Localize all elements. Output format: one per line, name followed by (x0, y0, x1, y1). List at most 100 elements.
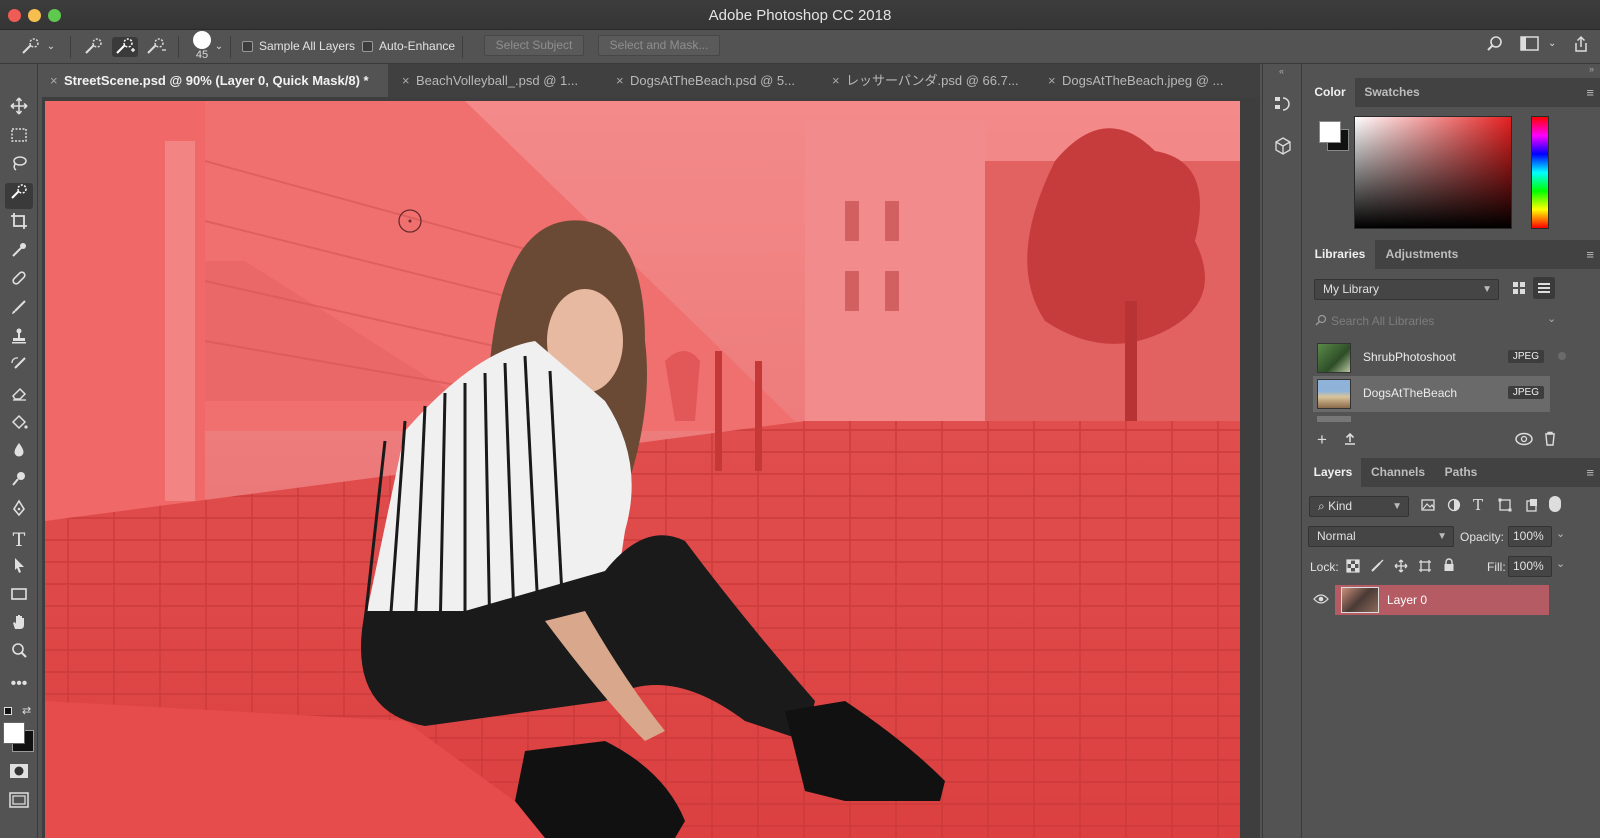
upload-icon[interactable] (1343, 432, 1357, 449)
tab-dogsatthebeach-jpeg[interactable]: × DogsAtTheBeach.jpeg @ ... (1040, 64, 1246, 97)
more-tools-icon[interactable]: ••• (5, 671, 33, 697)
lasso-tool-icon[interactable] (5, 155, 33, 181)
list-view-icon[interactable] (1533, 277, 1555, 299)
tab-paths[interactable]: Paths (1435, 458, 1487, 487)
foreground-color-swatch[interactable] (3, 722, 25, 744)
filter-pixel-icon[interactable] (1421, 498, 1435, 515)
fill-input[interactable]: 100% (1508, 556, 1552, 577)
chevron-down-icon[interactable]: ⌄ (46, 37, 56, 57)
swap-colors-icon[interactable]: ⇄ (22, 704, 31, 717)
lock-all-icon[interactable] (1443, 558, 1455, 575)
hue-slider[interactable] (1531, 116, 1549, 229)
chevron-down-icon[interactable]: ⌄ (1556, 557, 1565, 570)
pen-tool-icon[interactable] (5, 499, 33, 525)
tab-libraries[interactable]: Libraries (1305, 240, 1375, 269)
screen-mode-icon[interactable] (5, 791, 33, 817)
close-tab-icon[interactable]: × (1048, 64, 1056, 97)
rectangle-tool-icon[interactable] (5, 585, 33, 611)
search-icon[interactable] (1486, 35, 1504, 58)
lock-pixels-icon[interactable] (1370, 559, 1384, 576)
tab-streetscene[interactable]: × StreetScene.psd @ 90% (Layer 0, Quick … (42, 64, 388, 97)
workspace-chevron-icon[interactable]: ⌄ (1548, 38, 1556, 49)
filter-smart-object-icon[interactable] (1525, 498, 1539, 515)
filter-toggle-icon[interactable] (1549, 496, 1561, 512)
color-panel-foreground-swatch[interactable] (1319, 121, 1341, 143)
select-and-mask-button[interactable]: Select and Mask... (598, 35, 720, 56)
library-item[interactable]: ShrubPhotoshoot JPEG (1313, 340, 1550, 376)
add-icon[interactable]: + (1317, 430, 1327, 450)
layer-row[interactable]: Layer 0 (1335, 585, 1549, 615)
blur-tool-icon[interactable] (5, 441, 33, 467)
brush-preview-icon[interactable] (193, 31, 211, 49)
zoom-tool-icon[interactable] (5, 642, 33, 668)
marquee-tool-icon[interactable] (5, 126, 33, 152)
dodge-tool-icon[interactable] (5, 470, 33, 496)
grid-view-icon[interactable] (1511, 280, 1527, 299)
paint-bucket-tool-icon[interactable] (5, 413, 33, 439)
path-selection-tool-icon[interactable] (5, 556, 33, 582)
move-tool-icon[interactable] (5, 97, 33, 123)
lock-position-icon[interactable] (1394, 559, 1408, 576)
tab-adjustments[interactable]: Adjustments (1375, 240, 1469, 269)
expand-panels-icon[interactable]: » (1589, 64, 1594, 74)
close-tab-icon[interactable]: × (832, 64, 840, 97)
crop-tool-icon[interactable] (5, 212, 33, 238)
tab-red-panda[interactable]: × レッサーパンダ.psd @ 66.7... (824, 64, 1034, 97)
default-colors-icon[interactable] (4, 707, 12, 715)
eye-icon[interactable] (1313, 593, 1329, 608)
tab-channels[interactable]: Channels (1361, 458, 1435, 487)
color-field[interactable] (1354, 116, 1512, 229)
trash-icon[interactable] (1543, 431, 1557, 449)
sample-all-layers-checkbox[interactable]: Sample All Layers (242, 39, 355, 53)
brush-picker-chevron-icon[interactable]: ⌄ (214, 37, 224, 57)
tab-swatches[interactable]: Swatches (1355, 78, 1429, 107)
tab-color[interactable]: Color (1305, 78, 1355, 107)
collapse-dock-icon[interactable]: « (1279, 66, 1284, 76)
hand-tool-icon[interactable] (5, 613, 33, 639)
history-brush-tool-icon[interactable] (5, 355, 33, 381)
library-search-input[interactable]: Search All Libraries (1331, 314, 1434, 328)
creative-cloud-icon[interactable] (1515, 432, 1533, 449)
panel-menu-icon[interactable]: ≡ (1586, 465, 1594, 480)
workspace-icon[interactable] (1520, 35, 1540, 58)
checkbox-icon[interactable] (242, 40, 253, 52)
history-panel-icon[interactable] (1273, 94, 1293, 117)
new-selection-icon[interactable] (82, 37, 106, 57)
layer-filter-select[interactable]: ⌕ Kind ▼ (1309, 496, 1409, 517)
filter-shape-icon[interactable] (1498, 498, 1512, 515)
panel-menu-icon[interactable]: ≡ (1586, 85, 1594, 100)
lock-transparent-icon[interactable] (1346, 559, 1360, 576)
select-subject-button[interactable]: Select Subject (484, 35, 584, 56)
healing-brush-tool-icon[interactable] (5, 269, 33, 295)
filter-adjustment-icon[interactable] (1447, 498, 1461, 515)
chevron-down-icon[interactable]: ⌄ (1547, 312, 1556, 325)
checkbox-icon[interactable] (362, 40, 373, 52)
filter-type-icon[interactable]: T (1473, 496, 1483, 514)
tab-dogsatthebeach-psd[interactable]: × DogsAtTheBeach.psd @ 5... (608, 64, 818, 97)
document-canvas[interactable] (45, 101, 1240, 838)
type-tool-icon[interactable]: T (5, 527, 33, 553)
clone-stamp-tool-icon[interactable] (5, 327, 33, 353)
close-tab-icon[interactable]: × (616, 64, 624, 97)
opacity-input[interactable]: 100% (1508, 526, 1552, 547)
add-to-selection-icon[interactable] (112, 37, 138, 57)
brush-tool-icon[interactable] (5, 298, 33, 324)
library-item[interactable]: DogsAtTheBeach JPEG (1313, 376, 1550, 412)
eyedropper-tool-icon[interactable] (5, 241, 33, 267)
close-tab-icon[interactable]: × (50, 64, 58, 97)
library-select[interactable]: My Library ▼ (1314, 279, 1499, 300)
close-tab-icon[interactable]: × (402, 64, 410, 97)
auto-enhance-checkbox[interactable]: Auto-Enhance (362, 39, 455, 53)
share-icon[interactable] (1572, 35, 1590, 58)
quick-selection-preset-icon[interactable] (18, 37, 44, 57)
subtract-from-selection-icon[interactable] (144, 37, 168, 57)
blend-mode-select[interactable]: Normal ▼ (1308, 526, 1454, 547)
quick-mask-mode-icon[interactable] (5, 762, 33, 788)
3d-panel-icon[interactable] (1273, 136, 1293, 159)
chevron-down-icon[interactable]: ⌄ (1556, 527, 1565, 540)
lock-artboard-icon[interactable] (1418, 559, 1432, 576)
canvas-area[interactable] (42, 97, 1260, 838)
eraser-tool-icon[interactable] (5, 384, 33, 410)
tab-layers[interactable]: Layers (1305, 458, 1361, 487)
quick-selection-tool-icon[interactable] (5, 183, 33, 209)
